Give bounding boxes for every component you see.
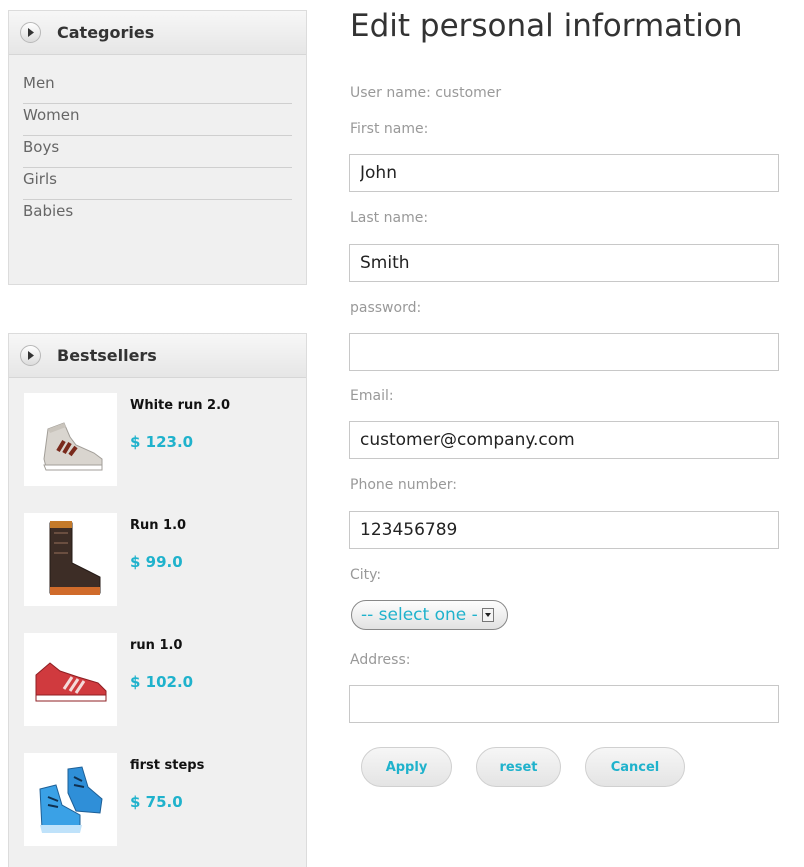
bestsellers-panel: Bestsellers White run 2.0 $ 123.0 Run 1.…: [8, 333, 307, 867]
bestseller-price: $ 99.0: [130, 553, 183, 571]
bestseller-price: $ 75.0: [130, 793, 183, 811]
page-title: Edit personal information: [350, 8, 743, 44]
red-sneaker-icon[interactable]: [24, 633, 117, 726]
city-label: City:: [350, 567, 382, 583]
city-select-value: -- select one -: [361, 605, 478, 625]
cancel-button[interactable]: Cancel: [585, 747, 685, 787]
password-label: password:: [350, 300, 422, 316]
last-name-label: Last name:: [350, 210, 429, 226]
reset-button[interactable]: reset: [476, 747, 561, 787]
categories-title: Categories: [57, 23, 155, 42]
first-name-field[interactable]: [349, 154, 779, 192]
bestseller-item[interactable]: first steps $ 75.0: [24, 753, 294, 848]
apply-button[interactable]: Apply: [361, 747, 452, 787]
email-field[interactable]: [349, 421, 779, 459]
expand-arrow-icon[interactable]: [20, 22, 41, 43]
bestseller-item[interactable]: White run 2.0 $ 123.0: [24, 393, 294, 488]
phone-field[interactable]: [349, 511, 779, 549]
username-text: User name: customer: [350, 85, 502, 101]
email-label: Email:: [350, 388, 394, 404]
first-name-label: First name:: [350, 121, 429, 137]
blue-baby-shoes-icon[interactable]: [24, 753, 117, 846]
bestseller-name[interactable]: run 1.0: [130, 638, 182, 653]
bestsellers-title: Bestsellers: [57, 346, 157, 365]
bestseller-price: $ 102.0: [130, 673, 194, 691]
white-high-top-shoe-icon[interactable]: [24, 393, 117, 486]
brown-boot-icon[interactable]: [24, 513, 117, 606]
phone-label: Phone number:: [350, 477, 457, 493]
expand-arrow-icon[interactable]: [20, 345, 41, 366]
last-name-field[interactable]: [349, 244, 779, 282]
bestseller-item[interactable]: Run 1.0 $ 99.0: [24, 513, 294, 608]
password-field[interactable]: [349, 333, 779, 371]
address-label: Address:: [350, 652, 411, 668]
bestseller-price: $ 123.0: [130, 433, 194, 451]
bestseller-name[interactable]: White run 2.0: [130, 398, 230, 413]
bestseller-item[interactable]: run 1.0 $ 102.0: [24, 633, 294, 728]
categories-header: Categories: [9, 11, 306, 55]
bestseller-name[interactable]: Run 1.0: [130, 518, 186, 533]
categories-panel: Categories Men Women Boys Girls Babies: [8, 10, 307, 285]
city-select[interactable]: -- select one -: [351, 600, 508, 630]
address-field[interactable]: [349, 685, 779, 723]
chevron-down-icon[interactable]: [481, 608, 494, 622]
bestseller-name[interactable]: first steps: [130, 758, 204, 773]
category-list: Men Women Boys Girls Babies: [9, 55, 306, 243]
category-item-babies[interactable]: Babies: [23, 192, 292, 231]
bestsellers-header: Bestsellers: [9, 334, 306, 378]
